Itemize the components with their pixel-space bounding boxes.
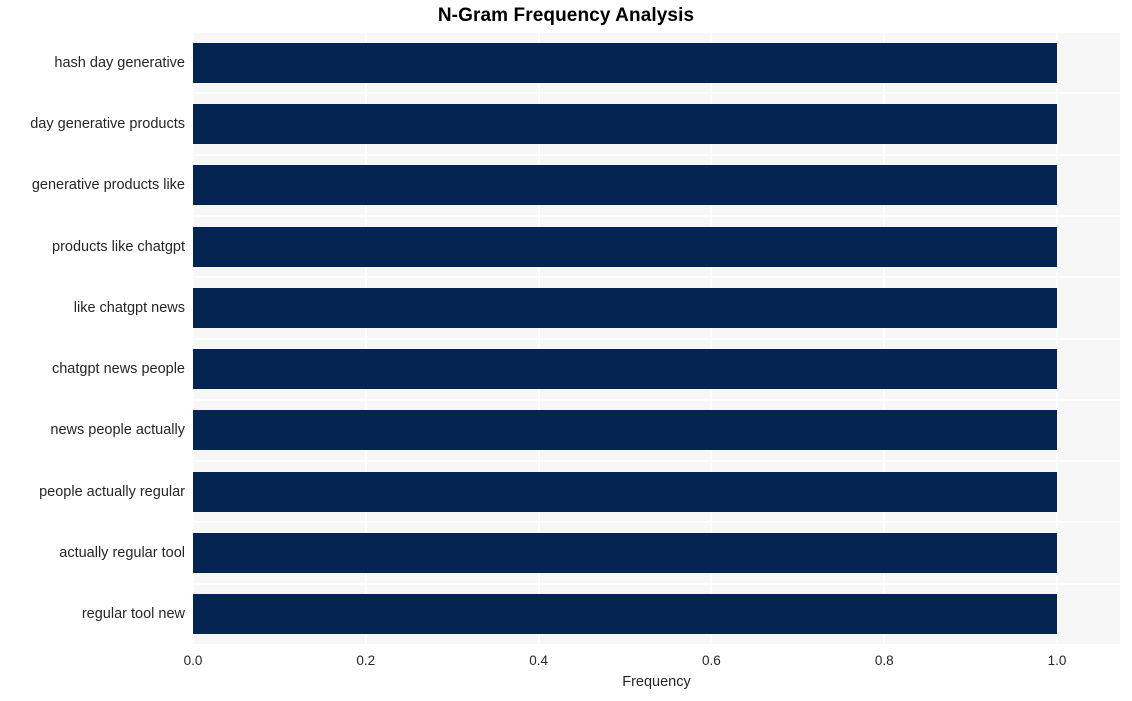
y-axis-tick-label: products like chatgpt xyxy=(52,238,185,255)
bar xyxy=(193,42,1057,83)
x-axis-tick-label: 0.8 xyxy=(874,653,894,668)
horizontal-gridline xyxy=(193,92,1120,95)
horizontal-gridline xyxy=(193,214,1120,217)
bar xyxy=(193,471,1057,512)
bar xyxy=(193,410,1057,451)
bar xyxy=(193,226,1057,267)
horizontal-gridline xyxy=(193,582,1120,585)
horizontal-gridline xyxy=(193,337,1120,340)
y-axis-tick-label: day generative products xyxy=(30,115,185,132)
horizontal-gridline xyxy=(193,276,1120,279)
chart-figure: N-Gram Frequency Analysis hash day gener… xyxy=(0,0,1132,701)
bar xyxy=(193,103,1057,144)
y-axis-tick-label: like chatgpt news xyxy=(73,299,185,316)
bar xyxy=(193,594,1057,635)
y-axis-tick-label: generative products like xyxy=(31,177,185,194)
x-axis-tick-label: 0.0 xyxy=(183,653,203,668)
x-axis-tick-label: 0.6 xyxy=(702,653,721,668)
chart-title: N-Gram Frequency Analysis xyxy=(437,5,695,26)
y-axis-tick-label: regular tool new xyxy=(81,606,185,623)
y-axis-tick-labels: hash day generative day generative produc… xyxy=(0,32,185,645)
bar xyxy=(193,349,1057,390)
plot-area xyxy=(193,32,1120,645)
horizontal-gridline xyxy=(193,398,1120,401)
x-axis-tick-label: 1.0 xyxy=(1047,653,1067,668)
horizontal-gridline xyxy=(193,32,1120,33)
y-axis-tick-label: news people actually xyxy=(50,422,185,439)
x-axis-tick-labels: 0.0 0.2 0.4 0.6 0.8 1.0 xyxy=(184,645,1120,675)
horizontal-gridline xyxy=(193,460,1120,463)
y-axis-tick-label: people actually regular xyxy=(39,483,185,500)
bar xyxy=(193,165,1057,206)
y-axis-tick-label: chatgpt news people xyxy=(51,361,185,378)
y-axis-tick-label: hash day generative xyxy=(54,54,185,71)
x-axis-tick-label: 0.2 xyxy=(356,653,376,668)
x-axis-tick-label: 0.4 xyxy=(529,653,548,668)
bar xyxy=(193,287,1057,328)
y-axis-tick-label: actually regular tool xyxy=(59,545,185,562)
horizontal-gridline xyxy=(193,521,1120,524)
horizontal-gridline xyxy=(193,153,1120,156)
bar xyxy=(193,533,1057,574)
x-axis-title: Frequency xyxy=(622,674,691,690)
